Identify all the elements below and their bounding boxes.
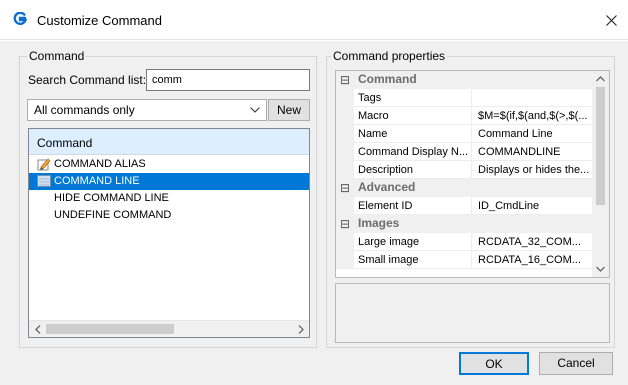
property-value[interactable]: [472, 89, 594, 107]
chevron-up-icon: [596, 76, 605, 82]
collapse-toggle-icon[interactable]: ⊟: [340, 181, 350, 195]
close-icon: [605, 14, 617, 26]
title-bar: Customize Command: [0, 0, 628, 40]
property-value[interactable]: $M=$(if,$(and,$(>,$(...: [472, 107, 594, 125]
property-row-small-image[interactable]: Small image RCDATA_16_COM...: [336, 251, 594, 269]
chevron-right-icon: [298, 324, 304, 334]
property-name: Large image: [354, 233, 472, 251]
category-label: Images: [358, 216, 400, 230]
new-button[interactable]: New: [268, 99, 310, 121]
list-item-label: COMMAND LINE: [54, 175, 140, 187]
list-item-command-line[interactable]: COMMAND LINE: [29, 173, 309, 190]
horizontal-scroll-thumb[interactable]: [46, 324, 174, 334]
list-item-hide-command-line[interactable]: HIDE COMMAND LINE: [29, 190, 309, 207]
cancel-button[interactable]: Cancel: [539, 352, 613, 375]
property-value[interactable]: RCDATA_16_COM...: [472, 251, 594, 269]
category-label: Advanced: [358, 180, 416, 194]
collapse-toggle-icon[interactable]: ⊟: [340, 217, 350, 231]
list-item-label: COMMAND ALIAS: [54, 158, 146, 170]
category-command[interactable]: ⊟ Command: [336, 71, 594, 89]
search-label: Search Command list:: [28, 73, 147, 87]
scroll-right-button[interactable]: [292, 321, 309, 337]
property-name: Command Display N...: [354, 143, 472, 161]
list-item-command-alias[interactable]: COMMAND ALIAS: [29, 156, 309, 173]
property-row-description[interactable]: Description Displays or hides the...: [336, 161, 594, 179]
command-group-label: Command: [27, 49, 87, 63]
list-item-label: UNDEFINE COMMAND: [54, 209, 172, 221]
close-button[interactable]: [594, 0, 628, 40]
command-list[interactable]: Command COMMAND ALIAS COMMAND LINE HIDE …: [28, 128, 310, 338]
category-label: Command: [358, 72, 417, 86]
vertical-scrollbar[interactable]: [592, 71, 609, 277]
ok-button[interactable]: OK: [459, 352, 529, 375]
property-row-macro[interactable]: Macro $M=$(if,$(and,$(>,$(...: [336, 107, 594, 125]
command-line-icon: [37, 175, 51, 187]
collapse-toggle-icon[interactable]: ⊟: [340, 73, 350, 87]
property-value[interactable]: Command Line: [472, 125, 594, 143]
search-input[interactable]: [146, 69, 310, 91]
filter-dropdown-value: All commands only: [34, 103, 135, 117]
category-images[interactable]: ⊟ Images: [336, 215, 594, 233]
window-title: Customize Command: [37, 13, 162, 28]
scroll-left-button[interactable]: [29, 321, 46, 337]
property-value[interactable]: Displays or hides the...: [472, 161, 594, 179]
scroll-down-button[interactable]: [592, 261, 609, 277]
chevron-down-icon: [596, 266, 605, 272]
chevron-down-icon: [250, 107, 260, 113]
property-name: Small image: [354, 251, 472, 269]
property-grid[interactable]: ⊟ Command Tags Macro $M=$(if,$(and,$(>,$…: [335, 70, 610, 278]
chevron-left-icon: [34, 324, 40, 334]
property-value[interactable]: ID_CmdLine: [472, 197, 594, 215]
command-properties-group-label: Command properties: [331, 49, 448, 63]
list-item-undefine-command[interactable]: UNDEFINE COMMAND: [29, 207, 309, 224]
property-row-display-name[interactable]: Command Display N... COMMANDLINE: [336, 143, 594, 161]
filter-dropdown[interactable]: All commands only: [27, 99, 267, 121]
property-value[interactable]: COMMANDLINE: [472, 143, 594, 161]
property-row-tags[interactable]: Tags: [336, 89, 594, 107]
property-name: Description: [354, 161, 472, 179]
list-item-label: HIDE COMMAND LINE: [54, 192, 169, 204]
scroll-up-button[interactable]: [592, 71, 609, 87]
edit-pencil-icon: [37, 158, 51, 171]
property-name: Tags: [354, 89, 472, 107]
category-advanced[interactable]: ⊟ Advanced: [336, 179, 594, 197]
property-row-element-id[interactable]: Element ID ID_CmdLine: [336, 197, 594, 215]
property-value[interactable]: RCDATA_32_COM...: [472, 233, 594, 251]
command-list-header[interactable]: Command: [29, 129, 309, 155]
property-row-large-image[interactable]: Large image RCDATA_32_COM...: [336, 233, 594, 251]
property-name: Name: [354, 125, 472, 143]
vertical-scroll-thumb[interactable]: [596, 87, 605, 205]
gstarcad-icon: [13, 12, 27, 25]
property-name: Macro: [354, 107, 472, 125]
horizontal-scrollbar[interactable]: [29, 320, 309, 337]
property-row-name[interactable]: Name Command Line: [336, 125, 594, 143]
property-name: Element ID: [354, 197, 472, 215]
description-panel: [335, 283, 610, 343]
